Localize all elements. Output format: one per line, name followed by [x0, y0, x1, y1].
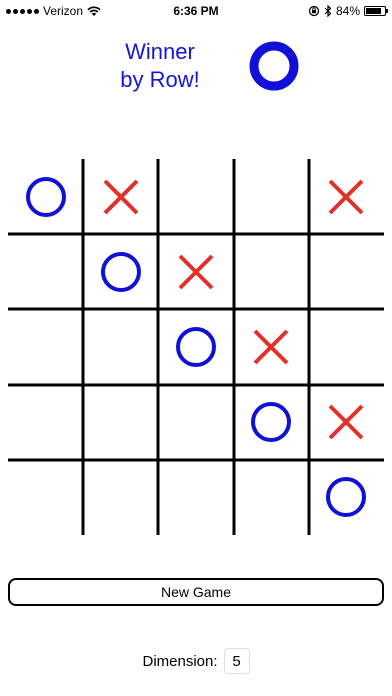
- o-mark-icon: [175, 326, 216, 367]
- bluetooth-icon: [324, 5, 332, 17]
- x-mark-icon: [103, 179, 139, 215]
- board-cell-r1-c1[interactable]: [8, 159, 83, 234]
- board-cell-r5-c2[interactable]: [83, 460, 158, 535]
- board-cell-r3-c5[interactable]: [309, 309, 384, 384]
- dimension-input[interactable]: 5: [223, 648, 250, 674]
- board-cell-r1-c2[interactable]: [83, 159, 158, 234]
- orientation-lock-icon: [308, 5, 320, 17]
- o-mark-icon: [326, 477, 367, 518]
- board-cell-r3-c2[interactable]: [83, 309, 158, 384]
- battery-icon: [364, 6, 388, 16]
- winner-line-2: by Row!: [120, 67, 200, 92]
- board-cell-r2-c2[interactable]: [83, 234, 158, 309]
- o-mark-icon: [25, 176, 66, 217]
- board-cell-r5-c5[interactable]: [309, 460, 384, 535]
- x-mark-icon: [178, 254, 214, 290]
- board-cell-r5-c3[interactable]: [158, 460, 233, 535]
- board-cell-r1-c3[interactable]: [158, 159, 233, 234]
- board-cell-r4-c5[interactable]: [309, 385, 384, 460]
- board-cell-r1-c5[interactable]: [309, 159, 384, 234]
- winner-line-1: Winner: [125, 39, 195, 64]
- board-cells: [8, 159, 384, 535]
- winner-o-icon: [249, 41, 299, 91]
- battery-percent: 84%: [335, 4, 360, 18]
- board-cell-r4-c1[interactable]: [8, 385, 83, 460]
- board-cell-r3-c3[interactable]: [158, 309, 233, 384]
- winner-message: Winner by Row!: [90, 38, 230, 94]
- x-mark-icon: [328, 404, 364, 440]
- x-mark-icon: [253, 329, 289, 365]
- board-cell-r2-c5[interactable]: [309, 234, 384, 309]
- status-right: 84%: [308, 4, 388, 18]
- o-mark-icon: [251, 402, 292, 443]
- game-screen: Verizon 6:36 PM 84% Winner by Row! New G…: [0, 0, 392, 696]
- board-cell-r4-c3[interactable]: [158, 385, 233, 460]
- board-cell-r3-c4[interactable]: [234, 309, 309, 384]
- status-bar: Verizon 6:36 PM 84%: [0, 0, 392, 22]
- new-game-button[interactable]: New Game: [8, 578, 384, 606]
- board-cell-r1-c4[interactable]: [234, 159, 309, 234]
- board-cell-r5-c1[interactable]: [8, 460, 83, 535]
- x-mark-icon: [328, 179, 364, 215]
- board-cell-r5-c4[interactable]: [234, 460, 309, 535]
- board-cell-r3-c1[interactable]: [8, 309, 83, 384]
- board-cell-r4-c2[interactable]: [83, 385, 158, 460]
- dimension-label: Dimension:: [142, 652, 218, 670]
- board-cell-r4-c4[interactable]: [234, 385, 309, 460]
- o-mark-icon: [100, 251, 141, 292]
- game-board: [8, 159, 384, 535]
- board-cell-r2-c3[interactable]: [158, 234, 233, 309]
- dimension-control: Dimension: 5: [0, 648, 392, 674]
- board-cell-r2-c4[interactable]: [234, 234, 309, 309]
- board-cell-r2-c1[interactable]: [8, 234, 83, 309]
